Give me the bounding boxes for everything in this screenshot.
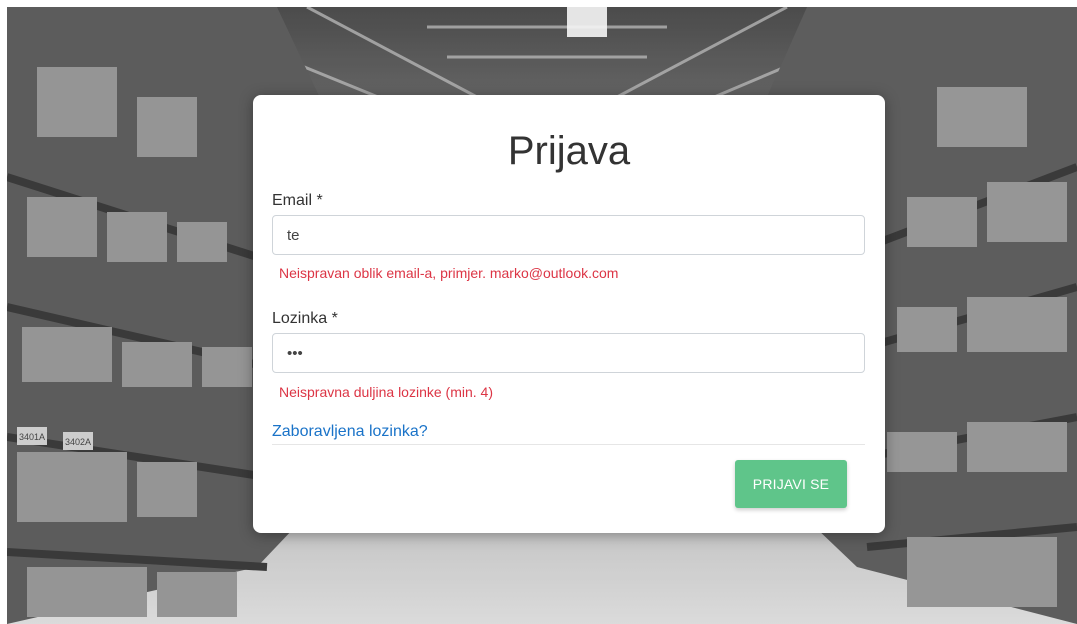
password-error-message: Neispravna duljina lozinke (min. 4) (279, 384, 493, 400)
login-button[interactable]: PRIJAVI SE (735, 460, 847, 508)
password-label: Lozinka * (272, 310, 338, 327)
login-page: 3401A 3402A Prijava Email * Neispravan o… (7, 7, 1077, 624)
email-error-message: Neispravan oblik email-a, primjer. marko… (279, 265, 619, 281)
page-title: Prijava (507, 129, 631, 173)
login-card: Prijava Email * Neispravan oblik email-a… (253, 95, 885, 533)
forgot-password-link[interactable]: Zaboravljena lozinka? (272, 422, 428, 442)
password-field[interactable] (272, 333, 865, 373)
divider (272, 444, 865, 445)
email-label: Email * (272, 192, 323, 209)
email-field[interactable] (272, 215, 865, 255)
